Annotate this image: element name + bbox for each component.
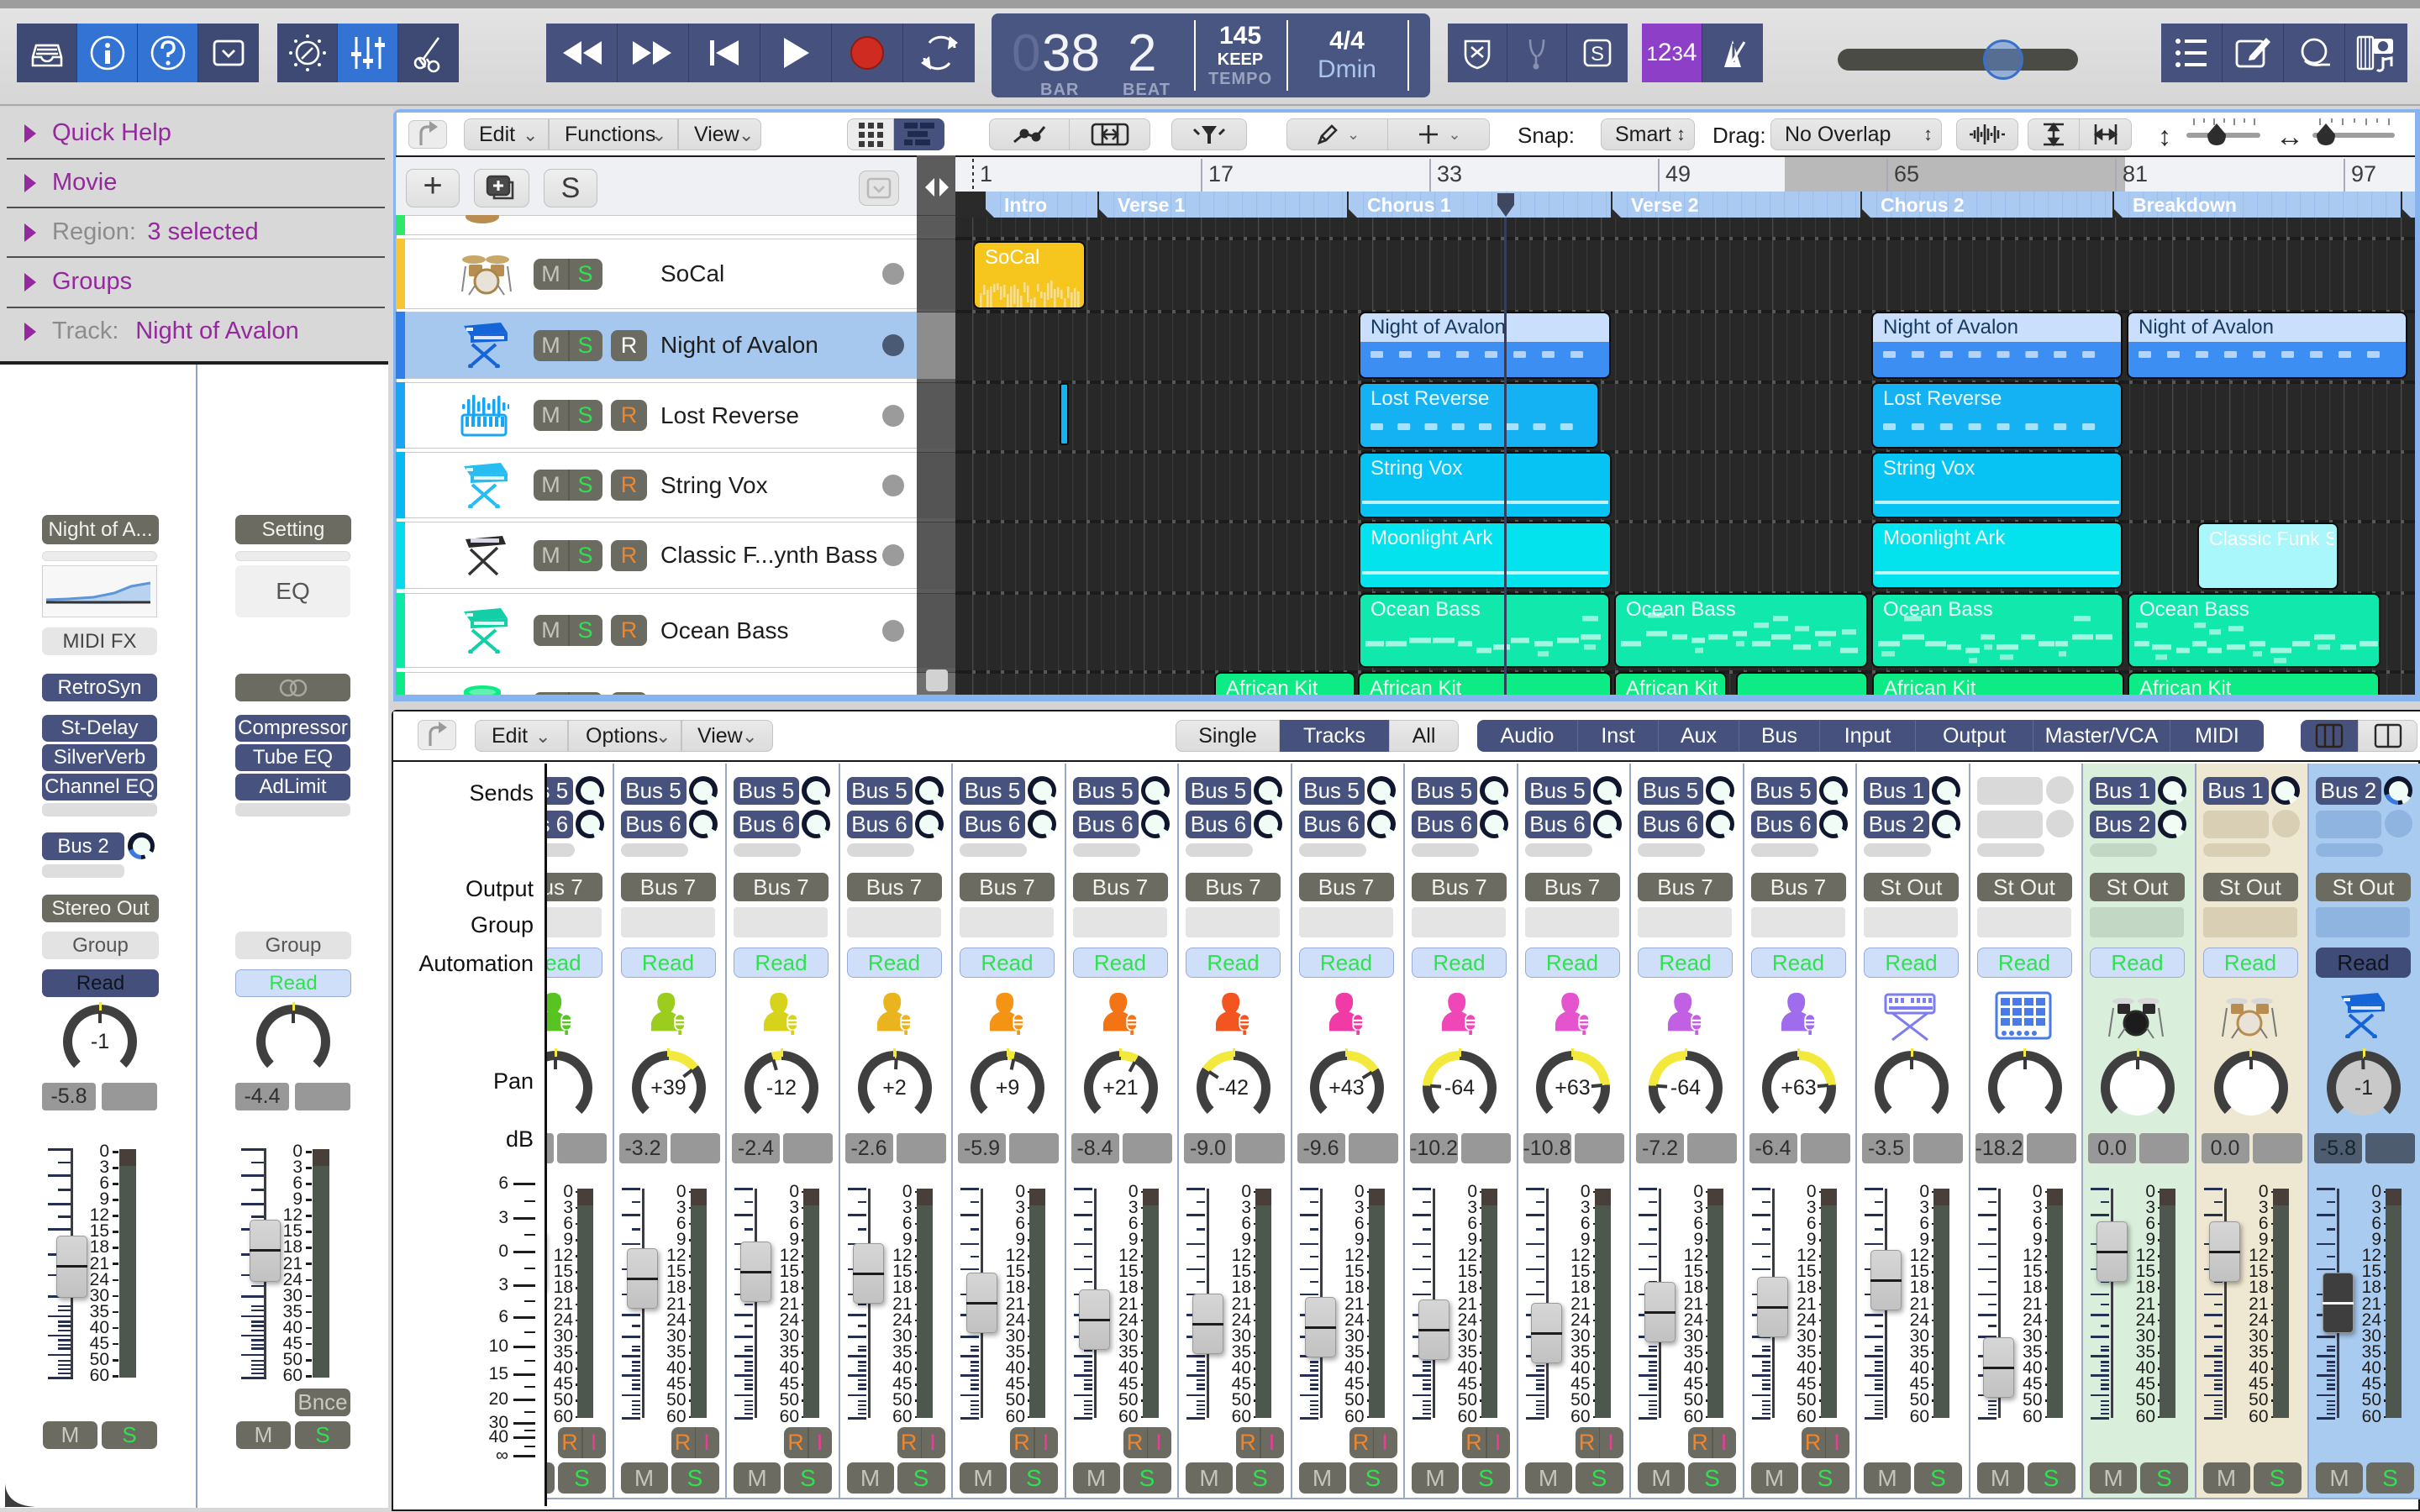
svg-text:S: S	[1591, 43, 1604, 66]
